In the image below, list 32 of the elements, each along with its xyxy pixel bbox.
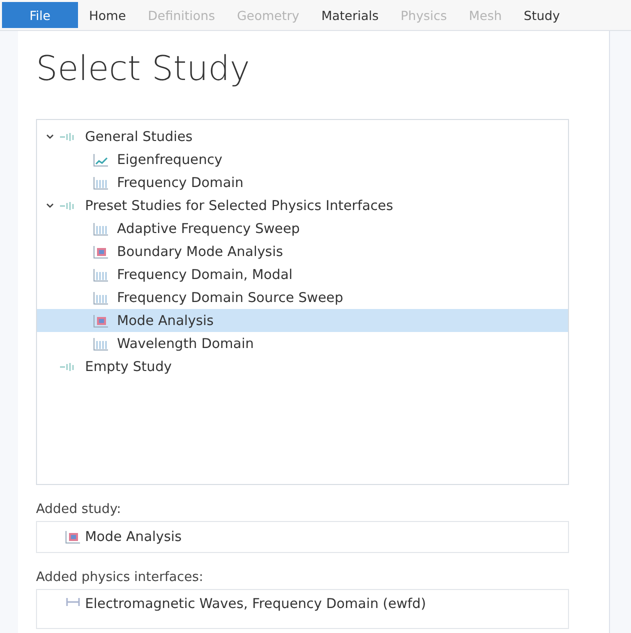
- list-item: Electromagnetic Waves, Frequency Domain (ewfd): [85, 596, 426, 612]
- sweep-icon: [93, 290, 109, 304]
- tree-item[interactable]: Frequency Domain Source Sweep: [37, 286, 568, 309]
- section-label: Added study:: [36, 502, 122, 517]
- tree-item[interactable]: Empty Study: [37, 355, 568, 378]
- tree-item[interactable]: Wavelength Domain: [37, 332, 568, 355]
- list-item: Mode Analysis: [85, 529, 182, 545]
- ribbon-tab[interactable]: Home: [78, 2, 137, 28]
- ribbon-tab[interactable]: Materials: [310, 2, 390, 28]
- chevron-icon: [45, 132, 55, 140]
- mode-icon: [93, 244, 109, 258]
- sweep-icon: [93, 268, 109, 282]
- tree-item[interactable]: Preset Studies for Selected Physics Interfaces: [37, 194, 568, 217]
- sweep-icon: [93, 222, 109, 236]
- tree-item[interactable]: General Studies: [37, 125, 568, 148]
- chart-icon: [93, 152, 109, 166]
- tree-item[interactable]: Mode Analysis: [37, 309, 568, 332]
- tree-item[interactable]: Frequency Domain, Modal: [37, 263, 568, 286]
- tree-item[interactable]: Frequency Domain: [37, 171, 568, 194]
- waves-icon: [65, 596, 81, 608]
- tree-item[interactable]: Eigenfrequency: [37, 148, 568, 171]
- chevron-icon: [45, 202, 55, 210]
- mode-icon: [65, 530, 81, 544]
- page-title: Select Study: [36, 49, 251, 89]
- tree-item[interactable]: Adaptive Frequency Sweep: [37, 217, 568, 240]
- mode-icon: [93, 314, 109, 328]
- sweep-icon: [93, 176, 109, 190]
- sweep-icon: [93, 336, 109, 350]
- file-tab[interactable]: File: [2, 2, 78, 28]
- section-label: Added physics interfaces:: [36, 570, 204, 585]
- tree-item[interactable]: Boundary Mode Analysis: [37, 240, 568, 263]
- ribbon-tab[interactable]: Study: [512, 2, 571, 28]
